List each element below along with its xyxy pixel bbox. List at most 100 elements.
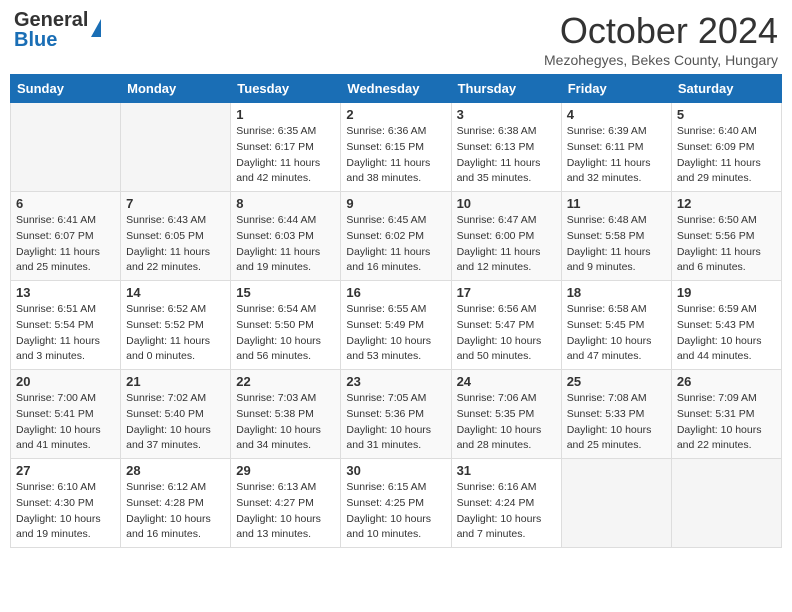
- calendar-week-row: 20 Sunrise: 7:00 AM Sunset: 5:41 PM Dayli…: [11, 370, 782, 459]
- table-row: 23Sunrise: 7:05 AM Sunset: 5:36 PM Dayli…: [341, 370, 451, 459]
- day-info: Sunrise: 7:05 AM Sunset: 5:36 PM Dayligh…: [346, 391, 445, 454]
- table-row: 1 Sunrise: 6:35 AM Sunset: 6:17 PM Daylig…: [231, 103, 341, 192]
- day-info: Sunrise: 7:08 AM Sunset: 5:33 PM Dayligh…: [567, 391, 666, 454]
- day-number: 15: [236, 285, 335, 300]
- month-title: October 2024: [544, 10, 778, 52]
- day-info: Sunrise: 6:50 AM Sunset: 5:56 PM Dayligh…: [677, 213, 776, 276]
- day-number: 6: [16, 196, 115, 211]
- logo: General Blue: [14, 10, 101, 50]
- table-row: 25 Sunrise: 7:08 AM Sunset: 5:33 PM Dayli…: [561, 370, 671, 459]
- table-row: 3 Sunrise: 6:38 AM Sunset: 6:13 PM Daylig…: [451, 103, 561, 192]
- table-row: 30Sunrise: 6:15 AM Sunset: 4:25 PM Dayli…: [341, 459, 451, 548]
- table-row: 8 Sunrise: 6:44 AM Sunset: 6:03 PM Daylig…: [231, 192, 341, 281]
- day-info: Sunrise: 6:43 AM Sunset: 6:05 PM Dayligh…: [126, 213, 225, 276]
- table-row: 5 Sunrise: 6:40 AM Sunset: 6:09 PM Daylig…: [671, 103, 781, 192]
- table-row: 10 Sunrise: 6:47 AM Sunset: 6:00 PM Dayli…: [451, 192, 561, 281]
- table-row: 19Sunrise: 6:59 AM Sunset: 5:43 PM Dayli…: [671, 281, 781, 370]
- table-row: [11, 103, 121, 192]
- day-number: 14: [126, 285, 225, 300]
- day-info: Sunrise: 6:59 AM Sunset: 5:43 PM Dayligh…: [677, 302, 776, 365]
- day-info: Sunrise: 6:54 AM Sunset: 5:50 PM Dayligh…: [236, 302, 335, 365]
- table-row: 7 Sunrise: 6:43 AM Sunset: 6:05 PM Daylig…: [121, 192, 231, 281]
- calendar-week-row: 27 Sunrise: 6:10 AM Sunset: 4:30 PM Dayli…: [11, 459, 782, 548]
- col-sunday: Sunday: [11, 75, 121, 103]
- day-info: Sunrise: 6:35 AM Sunset: 6:17 PM Dayligh…: [236, 124, 335, 187]
- table-row: 13 Sunrise: 6:51 AM Sunset: 5:54 PM Dayli…: [11, 281, 121, 370]
- day-number: 2: [346, 107, 445, 122]
- day-info: Sunrise: 7:03 AM Sunset: 5:38 PM Dayligh…: [236, 391, 335, 454]
- day-info: Sunrise: 7:09 AM Sunset: 5:31 PM Dayligh…: [677, 391, 776, 454]
- day-info: Sunrise: 6:13 AM Sunset: 4:27 PM Dayligh…: [236, 480, 335, 543]
- day-number: 5: [677, 107, 776, 122]
- col-tuesday: Tuesday: [231, 75, 341, 103]
- day-number: 28: [126, 463, 225, 478]
- day-number: 8: [236, 196, 335, 211]
- day-number: 24: [457, 374, 556, 389]
- day-number: 4: [567, 107, 666, 122]
- table-row: 11 Sunrise: 6:48 AM Sunset: 5:58 PM Dayli…: [561, 192, 671, 281]
- day-info: Sunrise: 6:55 AM Sunset: 5:49 PM Dayligh…: [346, 302, 445, 365]
- day-number: 20: [16, 374, 115, 389]
- day-number: 17: [457, 285, 556, 300]
- table-row: 6 Sunrise: 6:41 AM Sunset: 6:07 PM Daylig…: [11, 192, 121, 281]
- day-info: Sunrise: 6:51 AM Sunset: 5:54 PM Dayligh…: [16, 302, 115, 365]
- day-info: Sunrise: 6:48 AM Sunset: 5:58 PM Dayligh…: [567, 213, 666, 276]
- day-info: Sunrise: 6:41 AM Sunset: 6:07 PM Dayligh…: [16, 213, 115, 276]
- calendar-week-row: 1 Sunrise: 6:35 AM Sunset: 6:17 PM Daylig…: [11, 103, 782, 192]
- table-row: 20 Sunrise: 7:00 AM Sunset: 5:41 PM Dayli…: [11, 370, 121, 459]
- table-row: 15 Sunrise: 6:54 AM Sunset: 5:50 PM Dayli…: [231, 281, 341, 370]
- table-row: 29Sunrise: 6:13 AM Sunset: 4:27 PM Dayli…: [231, 459, 341, 548]
- table-row: 27 Sunrise: 6:10 AM Sunset: 4:30 PM Dayli…: [11, 459, 121, 548]
- table-row: 14 Sunrise: 6:52 AM Sunset: 5:52 PM Dayli…: [121, 281, 231, 370]
- day-info: Sunrise: 6:44 AM Sunset: 6:03 PM Dayligh…: [236, 213, 335, 276]
- day-info: Sunrise: 6:10 AM Sunset: 4:30 PM Dayligh…: [16, 480, 115, 543]
- logo-text: General Blue: [14, 10, 88, 50]
- day-info: Sunrise: 6:36 AM Sunset: 6:15 PM Dayligh…: [346, 124, 445, 187]
- day-info: Sunrise: 6:39 AM Sunset: 6:11 PM Dayligh…: [567, 124, 666, 187]
- day-number: 10: [457, 196, 556, 211]
- day-number: 27: [16, 463, 115, 478]
- calendar-week-row: 6 Sunrise: 6:41 AM Sunset: 6:07 PM Daylig…: [11, 192, 782, 281]
- table-row: 24 Sunrise: 7:06 AM Sunset: 5:35 PM Dayli…: [451, 370, 561, 459]
- table-row: 9Sunrise: 6:45 AM Sunset: 6:02 PM Daylig…: [341, 192, 451, 281]
- table-row: 4 Sunrise: 6:39 AM Sunset: 6:11 PM Daylig…: [561, 103, 671, 192]
- day-info: Sunrise: 7:06 AM Sunset: 5:35 PM Dayligh…: [457, 391, 556, 454]
- col-thursday: Thursday: [451, 75, 561, 103]
- table-row: 18 Sunrise: 6:58 AM Sunset: 5:45 PM Dayli…: [561, 281, 671, 370]
- logo-line1: General: [14, 10, 88, 30]
- day-info: Sunrise: 6:15 AM Sunset: 4:25 PM Dayligh…: [346, 480, 445, 543]
- table-row: 31Sunrise: 6:16 AM Sunset: 4:24 PM Dayli…: [451, 459, 561, 548]
- day-number: 21: [126, 374, 225, 389]
- day-number: 31: [457, 463, 556, 478]
- day-info: Sunrise: 7:02 AM Sunset: 5:40 PM Dayligh…: [126, 391, 225, 454]
- day-number: 26: [677, 374, 776, 389]
- day-info: Sunrise: 6:58 AM Sunset: 5:45 PM Dayligh…: [567, 302, 666, 365]
- day-number: 12: [677, 196, 776, 211]
- logo-triangle-icon: [91, 19, 101, 37]
- table-row: [121, 103, 231, 192]
- day-info: Sunrise: 6:38 AM Sunset: 6:13 PM Dayligh…: [457, 124, 556, 187]
- day-number: 25: [567, 374, 666, 389]
- day-number: 22: [236, 374, 335, 389]
- col-monday: Monday: [121, 75, 231, 103]
- table-row: 28Sunrise: 6:12 AM Sunset: 4:28 PM Dayli…: [121, 459, 231, 548]
- day-number: 18: [567, 285, 666, 300]
- table-row: 16Sunrise: 6:55 AM Sunset: 5:49 PM Dayli…: [341, 281, 451, 370]
- day-info: Sunrise: 6:52 AM Sunset: 5:52 PM Dayligh…: [126, 302, 225, 365]
- day-number: 11: [567, 196, 666, 211]
- calendar-week-row: 13 Sunrise: 6:51 AM Sunset: 5:54 PM Dayli…: [11, 281, 782, 370]
- table-row: 22 Sunrise: 7:03 AM Sunset: 5:38 PM Dayli…: [231, 370, 341, 459]
- day-info: Sunrise: 6:40 AM Sunset: 6:09 PM Dayligh…: [677, 124, 776, 187]
- table-row: 21 Sunrise: 7:02 AM Sunset: 5:40 PM Dayli…: [121, 370, 231, 459]
- day-number: 13: [16, 285, 115, 300]
- day-info: Sunrise: 6:47 AM Sunset: 6:00 PM Dayligh…: [457, 213, 556, 276]
- calendar-table: Sunday Monday Tuesday Wednesday Thursday…: [10, 74, 782, 548]
- calendar-header-row: Sunday Monday Tuesday Wednesday Thursday…: [11, 75, 782, 103]
- table-row: [561, 459, 671, 548]
- day-number: 3: [457, 107, 556, 122]
- day-number: 7: [126, 196, 225, 211]
- page-header: General Blue October 2024 Mezohegyes, Be…: [10, 10, 782, 68]
- day-number: 1: [236, 107, 335, 122]
- day-info: Sunrise: 7:00 AM Sunset: 5:41 PM Dayligh…: [16, 391, 115, 454]
- day-info: Sunrise: 6:45 AM Sunset: 6:02 PM Dayligh…: [346, 213, 445, 276]
